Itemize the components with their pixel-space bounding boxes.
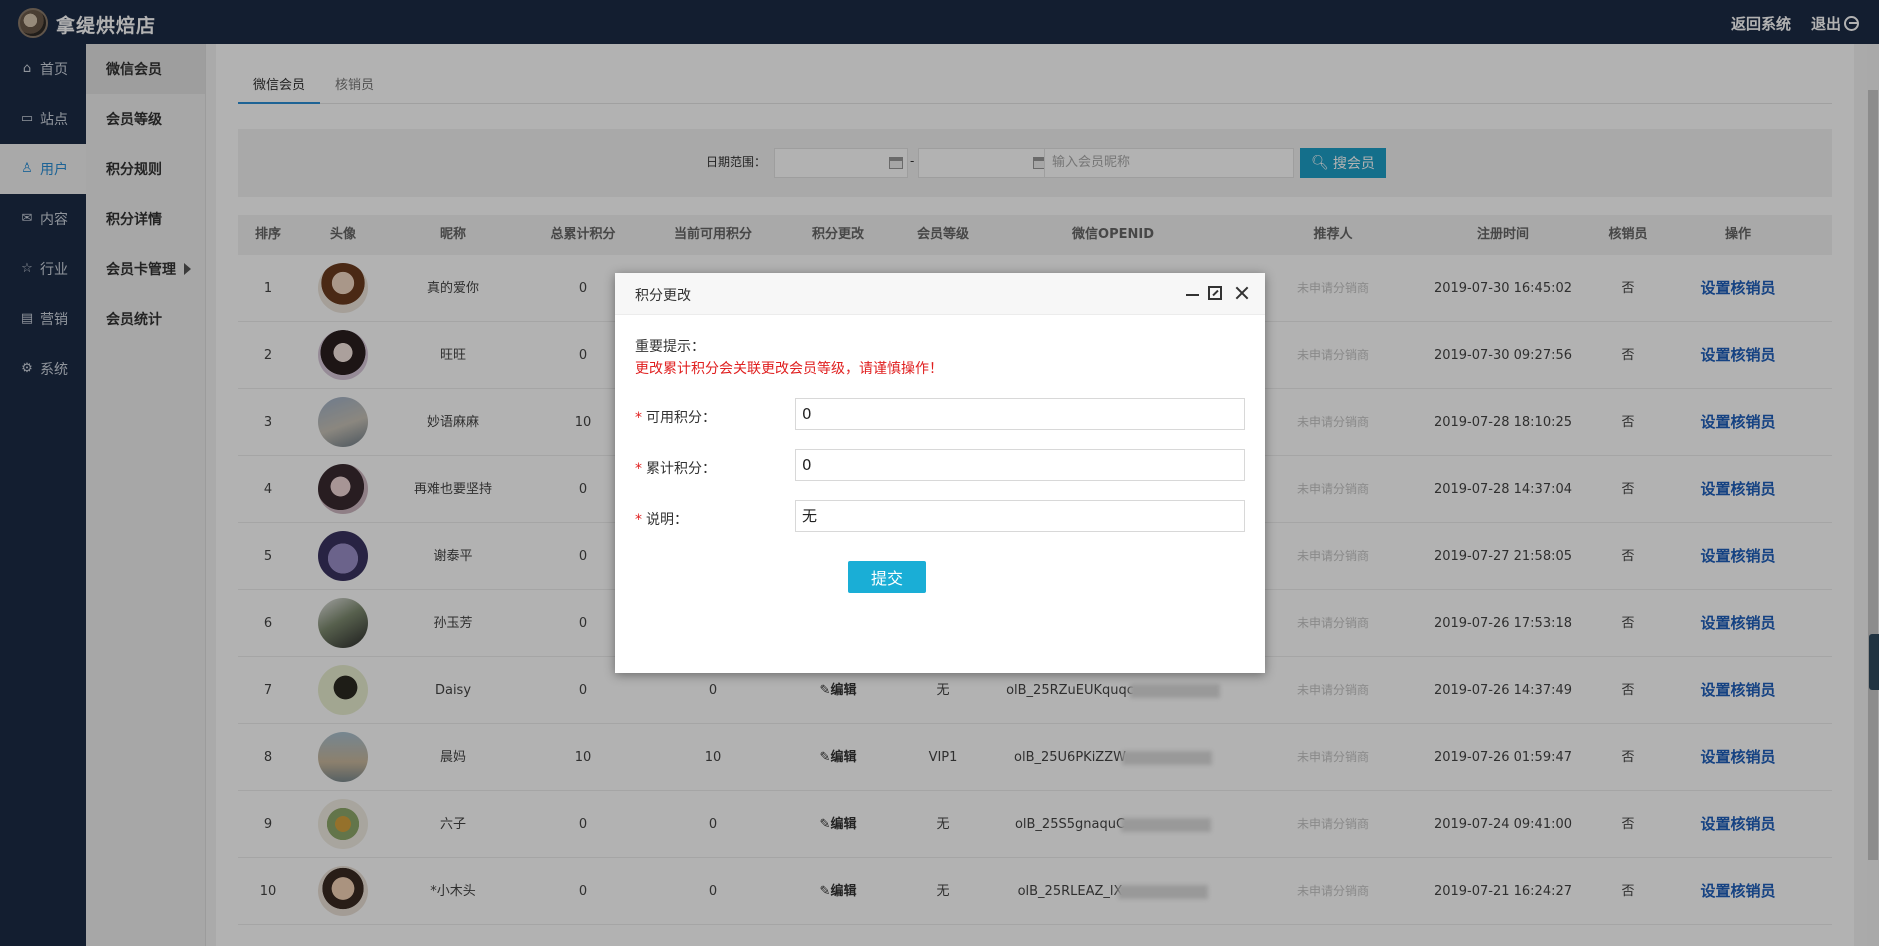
description-label-text: 说明： — [646, 512, 688, 528]
minimize-icon[interactable] — [1185, 285, 1201, 301]
total-points-input[interactable]: 0 — [795, 449, 1245, 481]
available-points-input[interactable]: 0 — [795, 398, 1245, 430]
total-points-label-text: 累计积分： — [646, 461, 716, 477]
available-points-label: * 可用积分： — [635, 410, 716, 426]
submit-button[interactable]: 提交 — [848, 561, 926, 593]
available-points-label-text: 可用积分： — [646, 410, 716, 426]
total-points-label: * 累计积分： — [635, 461, 716, 477]
points-edit-dialog: 积分更改 重要提示： 更改累计积分会关联更改会员等级，请谨慎操作！ * 可用积分：… — [615, 273, 1265, 673]
description-label: * 说明： — [635, 512, 688, 528]
maximize-icon[interactable] — [1208, 286, 1222, 300]
dialog-title: 积分更改 — [635, 288, 691, 304]
description-input[interactable]: 无 — [795, 500, 1245, 532]
notice-title: 重要提示： — [635, 339, 705, 355]
notice-warning: 更改累计积分会关联更改会员等级，请谨慎操作！ — [635, 361, 943, 377]
dialog-header: 积分更改 — [615, 273, 1265, 315]
close-icon[interactable] — [1234, 285, 1250, 301]
